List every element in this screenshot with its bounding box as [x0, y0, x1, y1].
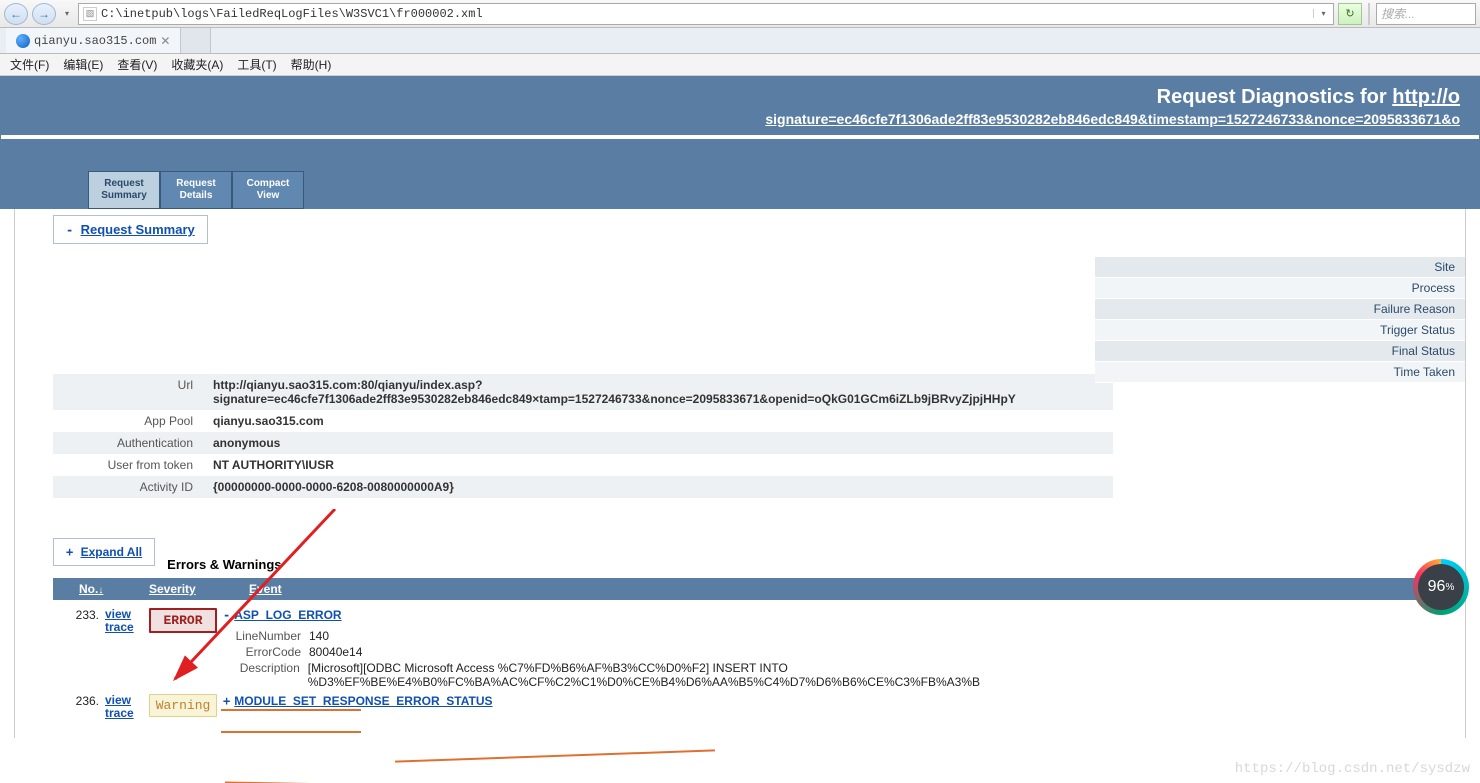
- section-header-box[interactable]: - Request Summary: [53, 215, 208, 244]
- detail-key: Description: [223, 661, 300, 689]
- info-label: Time Taken: [1095, 362, 1465, 383]
- event-cell: + MODULE_SET_RESPONSE_ERROR_STATUS: [223, 694, 1445, 708]
- toggle-icon[interactable]: +: [223, 694, 230, 708]
- toggle-icon[interactable]: -: [223, 608, 230, 622]
- info-label: Trigger Status: [1095, 320, 1465, 341]
- page-file-icon: ▧: [83, 7, 97, 21]
- title-query-string: signature=ec46cfe7f1306ade2ff83e9530282e…: [20, 111, 1460, 127]
- address-dropdown-icon[interactable]: ▾: [1313, 9, 1329, 18]
- title-url-link[interactable]: http://o: [1392, 86, 1460, 108]
- annotation-underline: [221, 731, 361, 733]
- kv-key: App Pool: [53, 410, 203, 432]
- detail-value: 80040e14: [309, 645, 362, 659]
- forward-button[interactable]: →: [32, 3, 56, 25]
- menu-item[interactable]: 文件(F): [4, 54, 55, 75]
- event-name-link[interactable]: MODULE_SET_RESPONSE_ERROR_STATUS: [234, 694, 492, 708]
- page-title: Request Diagnostics for http://o: [20, 86, 1460, 109]
- tab-strip: qianyu.sao315.com ✕: [0, 28, 1480, 54]
- view-tab[interactable]: RequestDetails: [160, 171, 232, 209]
- expand-icon: +: [66, 545, 73, 559]
- back-button[interactable]: ←: [4, 3, 28, 25]
- tab-title: qianyu.sao315.com: [34, 34, 156, 48]
- annotation-curve: [395, 749, 715, 762]
- info-label: Process: [1095, 278, 1465, 299]
- page-content: Request Diagnostics for http://o signatu…: [0, 76, 1480, 783]
- menu-item[interactable]: 收藏夹(A): [165, 54, 229, 75]
- ie-favicon-icon: [16, 34, 30, 48]
- kv-value: http://qianyu.sao315.com:80/qianyu/index…: [203, 374, 1113, 410]
- event-cell: -ASP_LOG_ERROR LineNumber 140 ErrorCode 8004…: [223, 608, 1445, 690]
- col-event[interactable]: Event: [249, 582, 282, 596]
- detail-key: LineNumber: [223, 629, 301, 643]
- view-tab[interactable]: CompactView: [232, 171, 304, 209]
- event-name-link[interactable]: ASP_LOG_ERROR: [234, 608, 341, 622]
- browser-nav-bar: ← → ▾ ▧ C:\inetpub\logs\FailedReqLogFile…: [0, 0, 1480, 28]
- kv-key: Authentication: [53, 432, 203, 454]
- summary-info-panel: SiteProcessFailure ReasonTrigger StatusF…: [1095, 257, 1465, 383]
- request-info-table: Urlhttp://qianyu.sao315.com:80/qianyu/in…: [53, 374, 1113, 498]
- collapse-icon[interactable]: -: [66, 223, 73, 237]
- title-prefix: Request Diagnostics for: [1157, 86, 1393, 108]
- event-row: 233. viewtraceERROR-ASP_LOG_ERROR LineNumb…: [53, 606, 1445, 692]
- refresh-button[interactable]: ↻: [1338, 3, 1362, 25]
- events-header-row: No. Severity Event: [53, 578, 1445, 600]
- info-label: Failure Reason: [1095, 299, 1465, 320]
- info-label: Site: [1095, 257, 1465, 278]
- view-trace-link[interactable]: viewtrace: [105, 608, 143, 634]
- errors-warnings-title: Errors & Warnings: [167, 517, 281, 572]
- kv-value: qianyu.sao315.com: [203, 410, 1113, 432]
- annotation-underline: [221, 709, 361, 711]
- severity-badge: ERROR: [149, 608, 217, 633]
- info-label: Final Status: [1095, 341, 1465, 362]
- address-bar[interactable]: ▧ C:\inetpub\logs\FailedReqLogFiles\W3SV…: [78, 3, 1334, 25]
- event-row: 236. viewtrace Warning + MODULE_SET_RESPONSE…: [53, 692, 1445, 722]
- watermark: https://blog.csdn.net/sysdzw: [1235, 761, 1470, 777]
- kv-value: NT AUTHORITY\IUSR: [203, 454, 1113, 476]
- expand-all-button[interactable]: + Expand All: [53, 538, 155, 566]
- expand-all-link[interactable]: Expand All: [81, 545, 143, 559]
- col-no[interactable]: No.: [79, 582, 119, 596]
- detail-key: ErrorCode: [223, 645, 301, 659]
- table-row: User from tokenNT AUTHORITY\IUSR: [53, 454, 1113, 476]
- search-input[interactable]: 搜索...: [1376, 3, 1476, 25]
- kv-value: anonymous: [203, 432, 1113, 454]
- menu-item[interactable]: 帮助(H): [285, 54, 338, 75]
- menu-bar: 文件(F)编辑(E)查看(V)收藏夹(A)工具(T)帮助(H): [0, 54, 1480, 76]
- severity-badge: Warning: [149, 694, 217, 717]
- history-dropdown[interactable]: ▾: [60, 3, 74, 25]
- event-no: 233.: [53, 608, 99, 622]
- menu-item[interactable]: 编辑(E): [57, 54, 109, 75]
- col-severity[interactable]: Severity: [149, 582, 219, 596]
- kv-key: User from token: [53, 454, 203, 476]
- close-icon[interactable]: ✕: [160, 34, 170, 48]
- menu-item[interactable]: 工具(T): [231, 54, 282, 75]
- gauge-suffix: %: [1445, 582, 1454, 593]
- detail-value: 140: [309, 629, 329, 643]
- address-text: C:\inetpub\logs\FailedReqLogFiles\W3SVC1…: [101, 7, 1309, 21]
- content-area: - Request Summary SiteProcessFailure Rea…: [14, 209, 1466, 738]
- view-trace-link[interactable]: viewtrace: [105, 694, 143, 720]
- kv-key: Url: [53, 374, 203, 410]
- separator: [1368, 3, 1370, 25]
- table-row: Urlhttp://qianyu.sao315.com:80/qianyu/in…: [53, 374, 1113, 410]
- table-row: App Poolqianyu.sao315.com: [53, 410, 1113, 432]
- view-tab[interactable]: RequestSummary: [88, 171, 160, 209]
- gauge-value: 96: [1428, 578, 1446, 596]
- kv-key: Activity ID: [53, 476, 203, 498]
- table-row: Authenticationanonymous: [53, 432, 1113, 454]
- table-row: Activity ID{00000000-0000-0000-6208-0080…: [53, 476, 1113, 498]
- detail-value: [Microsoft][ODBC Microsoft Access %C7%FD…: [308, 661, 1445, 689]
- kv-value: {00000000-0000-0000-6208-0080000000A9}: [203, 476, 1113, 498]
- browser-tab[interactable]: qianyu.sao315.com ✕: [6, 28, 181, 53]
- section-title-link[interactable]: Request Summary: [81, 222, 195, 237]
- event-no: 236.: [53, 694, 99, 708]
- page-header: Request Diagnostics for http://o signatu…: [0, 76, 1480, 141]
- view-tabs-bar: RequestSummaryRequestDetailsCompactView: [0, 141, 1480, 209]
- new-tab-button[interactable]: [181, 28, 211, 53]
- menu-item[interactable]: 查看(V): [111, 54, 163, 75]
